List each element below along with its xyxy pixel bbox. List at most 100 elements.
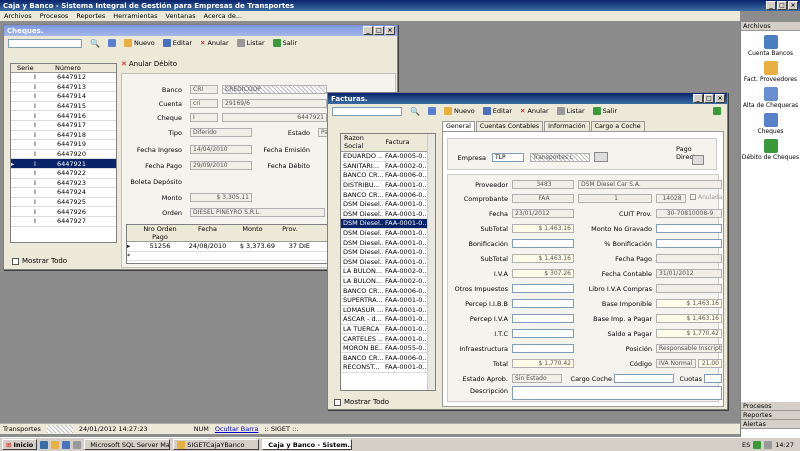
cuenta-code-field[interactable]: cri bbox=[190, 99, 218, 108]
list-item[interactable]: LA BULON... FAA-0002-0... bbox=[341, 267, 427, 277]
monto-no-gravado-field[interactable] bbox=[656, 224, 722, 233]
fecha-field[interactable]: 23/01/2012 bbox=[512, 209, 574, 218]
sidebar-header-reportes[interactable]: Reportes bbox=[741, 411, 800, 420]
cheques-nuevo-button[interactable]: Nuevo bbox=[123, 39, 155, 47]
tab-cuentas-contables[interactable]: Cuentas Contables bbox=[475, 121, 544, 131]
total-field[interactable]: $ 1,770.42 bbox=[512, 359, 574, 368]
table-row[interactable]: * bbox=[127, 252, 335, 262]
facturas-close-button[interactable]: × bbox=[715, 94, 725, 103]
comp-num-field[interactable]: 14028 bbox=[656, 194, 686, 203]
table-row[interactable]: I 6447915 bbox=[11, 102, 116, 112]
col-prov[interactable]: Prov. bbox=[275, 225, 305, 241]
iva-field[interactable]: $ 307.26 bbox=[512, 269, 574, 278]
language-indicator[interactable]: ES bbox=[742, 441, 750, 449]
col-nro-orden[interactable]: Nro Orden Pago bbox=[135, 225, 185, 241]
infraestructura-field[interactable] bbox=[512, 344, 574, 353]
list-item[interactable]: LOMASUR ... FAA-0001-0... bbox=[341, 306, 427, 316]
comp-tipo-select[interactable]: FAA bbox=[512, 194, 574, 203]
table-row[interactable]: I 6447917 bbox=[11, 121, 116, 131]
cheques-salir-button[interactable]: Salir bbox=[272, 39, 297, 47]
bonificacion-field[interactable] bbox=[512, 239, 574, 248]
checkbox-icon[interactable] bbox=[334, 398, 341, 406]
sidebar-item-cuenta-bancos[interactable]: Cuenta Bancos bbox=[741, 35, 800, 57]
facturas-editar-button[interactable]: Editar bbox=[482, 107, 512, 115]
facturas-scrollbar[interactable] bbox=[427, 134, 435, 390]
menu-procesos[interactable]: Procesos bbox=[40, 12, 69, 20]
quicklaunch-icon[interactable] bbox=[73, 440, 82, 449]
col-fecha[interactable]: Fecha bbox=[185, 225, 230, 241]
list-item[interactable]: SANITARI... FAA-0002-0... bbox=[341, 162, 427, 172]
tipo-select[interactable]: Diferido bbox=[190, 128, 252, 137]
table-row[interactable]: ▸ 51256 24/08/2010 $ 3,373.69 37 DIE bbox=[127, 242, 335, 252]
anulada-checkbox[interactable]: Anulada bbox=[690, 194, 723, 201]
quicklaunch-icon[interactable] bbox=[62, 440, 71, 449]
task-siget[interactable]: SIGETCajaYBanco bbox=[173, 439, 260, 450]
list-item[interactable]: DISTRIBU... FAA-0001-0... bbox=[341, 181, 427, 191]
col-razon-social[interactable]: Razon Social bbox=[341, 134, 383, 151]
empresa-name-field[interactable]: Transportes L bbox=[530, 153, 590, 162]
list-item[interactable]: DSM Diesel... FAA-0001-0... bbox=[341, 258, 427, 268]
facturas-max-button[interactable]: □ bbox=[704, 94, 714, 103]
sidebar-item-cheques[interactable]: Cheques bbox=[741, 113, 800, 135]
descripcion-field[interactable] bbox=[512, 386, 722, 400]
list-item[interactable]: DSM Diesel... FAA-0001-0... bbox=[341, 210, 427, 220]
fecha-pago-field[interactable]: 29/09/2010 bbox=[190, 161, 252, 170]
tab-cargo-coche[interactable]: Cargo a Coche bbox=[590, 121, 645, 131]
codigo-pct-field[interactable]: 21.00 bbox=[698, 359, 722, 368]
cheques-min-button[interactable]: _ bbox=[363, 26, 373, 35]
table-row[interactable]: I 6447923 bbox=[11, 179, 116, 189]
base-imponible-field[interactable]: $ 1,463.16 bbox=[656, 299, 722, 308]
pct-bonificacion-field[interactable] bbox=[656, 239, 722, 248]
percep-iva-field[interactable] bbox=[512, 314, 574, 323]
cheques-editar-button[interactable]: Editar bbox=[162, 39, 192, 47]
monto-field[interactable]: $ 3,305.11 bbox=[190, 193, 252, 202]
search-icon[interactable]: 🔍 bbox=[410, 107, 420, 116]
facturas-anular-button[interactable]: ✕ Anular bbox=[520, 107, 549, 115]
list-item[interactable]: LA TUERCA FAA-0001-0... bbox=[341, 325, 427, 335]
filter-icon[interactable] bbox=[107, 39, 116, 47]
cuotas-field[interactable] bbox=[704, 374, 722, 383]
libro-iva-select[interactable] bbox=[656, 284, 722, 293]
menu-ventanas[interactable]: Ventanas bbox=[166, 12, 196, 20]
tab-informacion[interactable]: Información bbox=[544, 121, 590, 131]
facturas-listar-button[interactable]: Listar bbox=[556, 107, 585, 115]
otros-impuestos-field[interactable] bbox=[512, 284, 574, 293]
cheques-anular-button[interactable]: ✕ Anular bbox=[200, 39, 229, 47]
table-row[interactable]: I 6447920 bbox=[11, 150, 116, 160]
refresh-icon[interactable] bbox=[713, 107, 721, 115]
tab-general[interactable]: General bbox=[442, 121, 475, 131]
subtotal-field[interactable]: $ 1,463.16 bbox=[512, 224, 574, 233]
banco-name-field[interactable]: CREDICOOP bbox=[222, 85, 327, 94]
table-row[interactable]: I 6447919 bbox=[11, 140, 116, 150]
maximize-button[interactable]: □ bbox=[777, 1, 787, 10]
checkbox-icon[interactable] bbox=[12, 257, 19, 265]
list-item[interactable]: BANCO CR... FAA-0006-0... bbox=[341, 353, 427, 364]
facturas-nuevo-button[interactable]: Nuevo bbox=[443, 107, 475, 115]
comp-pv-field[interactable]: 1 bbox=[578, 194, 652, 203]
table-row[interactable]: I 6447925 bbox=[11, 198, 116, 208]
list-item[interactable]: RECONST... FAA-0001-0... bbox=[341, 363, 427, 373]
saldo-pagar-field[interactable]: $ 1,770.42 bbox=[656, 329, 722, 338]
anular-debito-button[interactable]: Anular Débito bbox=[129, 60, 177, 68]
sidebar-header-alertas[interactable]: Alertas bbox=[741, 420, 800, 429]
facturas-salir-button[interactable]: Salir bbox=[592, 107, 617, 115]
posicion-select[interactable]: Responsable Inscripto bbox=[656, 344, 722, 353]
proveedor-name-select[interactable]: DSM Diesel Car S.A. bbox=[578, 180, 722, 189]
list-item[interactable]: DSM Diesel... FAA-0001-0... bbox=[341, 219, 427, 229]
col-factura[interactable]: Factura bbox=[383, 134, 427, 151]
empresa-code-field[interactable]: TLP bbox=[492, 153, 524, 162]
col-numero[interactable]: Número bbox=[51, 64, 111, 72]
menu-reportes[interactable]: Reportes bbox=[76, 12, 105, 20]
list-item[interactable]: EDUARDO ... FAA-0005-0... bbox=[341, 152, 427, 162]
tray-icon[interactable] bbox=[753, 440, 762, 449]
table-row[interactable]: I 6447912 bbox=[11, 73, 116, 83]
table-row[interactable]: I 6447924 bbox=[11, 188, 116, 198]
search-icon[interactable]: 🔍 bbox=[90, 39, 100, 48]
sidebar-item-alta-chequeras[interactable]: Alta de Chequeras bbox=[741, 87, 800, 109]
menu-herramientas[interactable]: Herramientas bbox=[113, 12, 157, 20]
table-row[interactable]: I 6447916 bbox=[11, 111, 116, 121]
cargo-coche-select[interactable] bbox=[614, 374, 674, 383]
menu-archivos[interactable]: Archivos bbox=[4, 12, 32, 20]
empresa-lookup-button[interactable] bbox=[594, 152, 608, 162]
facturas-mostrar-todo[interactable]: Mostrar Todo bbox=[334, 398, 389, 406]
